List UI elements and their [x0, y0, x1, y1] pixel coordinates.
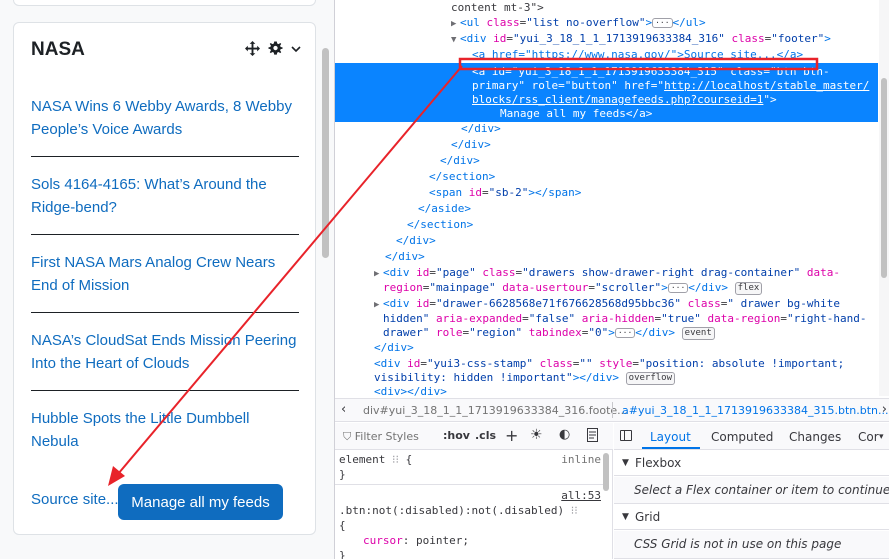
news-link-2[interactable]: Sols 4164-4165: What’s Around the Ridge-b…	[31, 173, 301, 219]
rules-pane: ⛉ Filter Styles :hov .cls + ☀ ◐ element …	[335, 423, 613, 559]
markup-line[interactable]: </section>	[429, 169, 878, 185]
rule-source-link[interactable]: all:53	[561, 488, 601, 503]
devtools-panel: content mt-3"> ▶ <ul class="list no-overf…	[334, 0, 889, 559]
breadcrumb: ‹ div#yui_3_18_1_1_1713919633384_316.foo…	[335, 398, 889, 422]
tab-changes[interactable]: Changes	[789, 430, 841, 444]
rss-block: NASA NASA Wins 6 Webby Awards, 8 Webby Pe…	[13, 22, 316, 535]
divider	[31, 156, 299, 157]
flexbox-section-header[interactable]: ▼ Flexbox	[614, 450, 889, 476]
news-link-4[interactable]: NASA’s CloudSat Ends Mission Peering Into…	[31, 329, 301, 375]
tab-layout[interactable]: Layout	[650, 430, 691, 444]
chevron-left-icon[interactable]: ‹	[341, 402, 346, 417]
markup-view: content mt-3"> ▶ <ul class="list no-overf…	[335, 0, 878, 396]
markup-line[interactable]: </aside>	[418, 201, 878, 217]
markup-line[interactable]: </div>	[440, 153, 878, 169]
hover-toggle-button[interactable]: :hov	[443, 429, 470, 442]
markup-line[interactable]: ▶ <div id="page" class="drawers show-draw…	[374, 265, 878, 281]
tab-computed[interactable]: Computed	[711, 430, 773, 444]
rules-toolbar: ⛉ Filter Styles :hov .cls + ☀ ◐	[335, 423, 613, 450]
sidebar-tabs: Layout Computed Changes Cor ▾	[614, 423, 889, 450]
markup-scrollbar[interactable]	[879, 0, 889, 396]
rule-source: inline	[561, 453, 601, 466]
collapse-icon: ▼	[622, 512, 629, 522]
divider	[31, 390, 299, 391]
collapse-icon: ▼	[622, 458, 629, 468]
add-rule-button[interactable]: +	[505, 426, 518, 445]
markup-line[interactable]: </div>	[396, 233, 878, 249]
chevron-down-icon[interactable]	[291, 44, 301, 54]
markup-line[interactable]: </div>	[461, 121, 878, 137]
page-scrollbar[interactable]	[322, 48, 329, 258]
gear-icon[interactable]	[268, 41, 283, 56]
source-site-link[interactable]: Source site...	[31, 491, 119, 508]
divider	[31, 312, 299, 313]
grid-section-body: CSS Grid is not in use on this page	[614, 531, 889, 559]
rule-brace: {	[339, 519, 346, 532]
page-area: NASA NASA Wins 6 Webby Awards, 8 Webby Pe…	[0, 0, 334, 559]
rule-declaration[interactable]: cursor: pointer;	[363, 533, 469, 548]
divider	[612, 402, 613, 418]
rules-scrollbar[interactable]	[602, 451, 610, 559]
markup-line[interactable]: content mt-3">	[451, 0, 878, 16]
dark-mode-icon[interactable]: ◐	[559, 427, 570, 442]
rule-selector[interactable]: .btn:not(:disabled):not(.disabled) ⁝⁝	[339, 503, 578, 518]
rule-selector[interactable]: element ⁝⁝ {	[339, 452, 412, 467]
divider	[335, 484, 603, 485]
layout-pane: Layout Computed Changes Cor ▾ ▼ Flexbox S…	[614, 423, 889, 559]
breadcrumb-item[interactable]: div#yui_3_18_1_1_1713919633384_316.foote…	[363, 404, 628, 417]
rule-brace: }	[339, 549, 346, 559]
block-title: NASA	[31, 39, 85, 60]
active-tab-indicator	[642, 447, 700, 449]
divider	[31, 234, 299, 235]
markup-line[interactable]: </div>	[374, 340, 878, 356]
markup-line[interactable]: <a href="https://www.nasa.gov/">Source s…	[472, 47, 878, 63]
selected-node[interactable]: <a id="yui_3_18_1_1_1713919633384_315" c…	[335, 63, 878, 122]
markup-line[interactable]: <div></div>	[374, 384, 878, 396]
grid-section-header[interactable]: ▼ Grid	[614, 504, 889, 530]
tabs-overflow-icon[interactable]: ▾	[879, 432, 884, 442]
markup-line[interactable]: </section>	[407, 217, 878, 233]
print-media-icon[interactable]	[587, 428, 598, 445]
news-link-5[interactable]: Hubble Spots the Little Dumbbell Nebula	[31, 407, 301, 453]
markup-line[interactable]: ▼ <div id="yui_3_18_1_1_1713919633384_316…	[451, 31, 878, 47]
filter-icon: ⛉	[343, 430, 352, 443]
rules-list: element ⁝⁝ { inline } all:53 .btn:not(:d…	[335, 451, 613, 559]
markup-line[interactable]: ▶ <div id="drawer-6628568e71f676628568d95…	[374, 296, 878, 312]
previous-block-edge	[13, 0, 316, 6]
selected-line: Manage all my feeds</a>	[500, 107, 653, 120]
rule-brace: }	[339, 468, 346, 481]
toggle-sidebar-icon[interactable]	[620, 430, 632, 441]
breadcrumb-item-selected[interactable]: a#yui_3_18_1_1_1713919633384_315.btn.btn…	[622, 404, 888, 417]
markup-line[interactable]: </div>	[385, 249, 878, 265]
chevron-right-icon[interactable]: ›	[882, 402, 887, 417]
filter-styles-input[interactable]: ⛉ Filter Styles	[343, 430, 419, 444]
flexbox-section-body: Select a Flex container or item to conti…	[614, 477, 889, 504]
markup-line[interactable]: region="mainpage" data-usertour="scrolle…	[383, 280, 878, 296]
manage-feeds-button[interactable]: Manage all my feeds	[118, 484, 283, 520]
markup-line[interactable]: <span id="sb-2"></span>	[429, 185, 878, 201]
classes-toggle-button[interactable]: .cls	[475, 429, 496, 442]
markup-line[interactable]: </div>	[451, 137, 878, 153]
move-icon[interactable]	[245, 41, 260, 56]
news-link-1[interactable]: NASA Wins 6 Webby Awards, 8 Webby People’…	[31, 95, 301, 141]
markup-line[interactable]: ▶ <ul class="list no-overflow"> ··· </ul>	[451, 15, 878, 31]
light-mode-icon[interactable]: ☀	[530, 427, 543, 443]
news-link-3[interactable]: First NASA Mars Analog Crew Nears End of …	[31, 251, 301, 297]
block-controls	[245, 41, 301, 56]
markup-line[interactable]: drawer" role="region" tabindex="0"> ··· </…	[383, 325, 878, 341]
tab-compatibility[interactable]: Cor	[858, 430, 879, 444]
